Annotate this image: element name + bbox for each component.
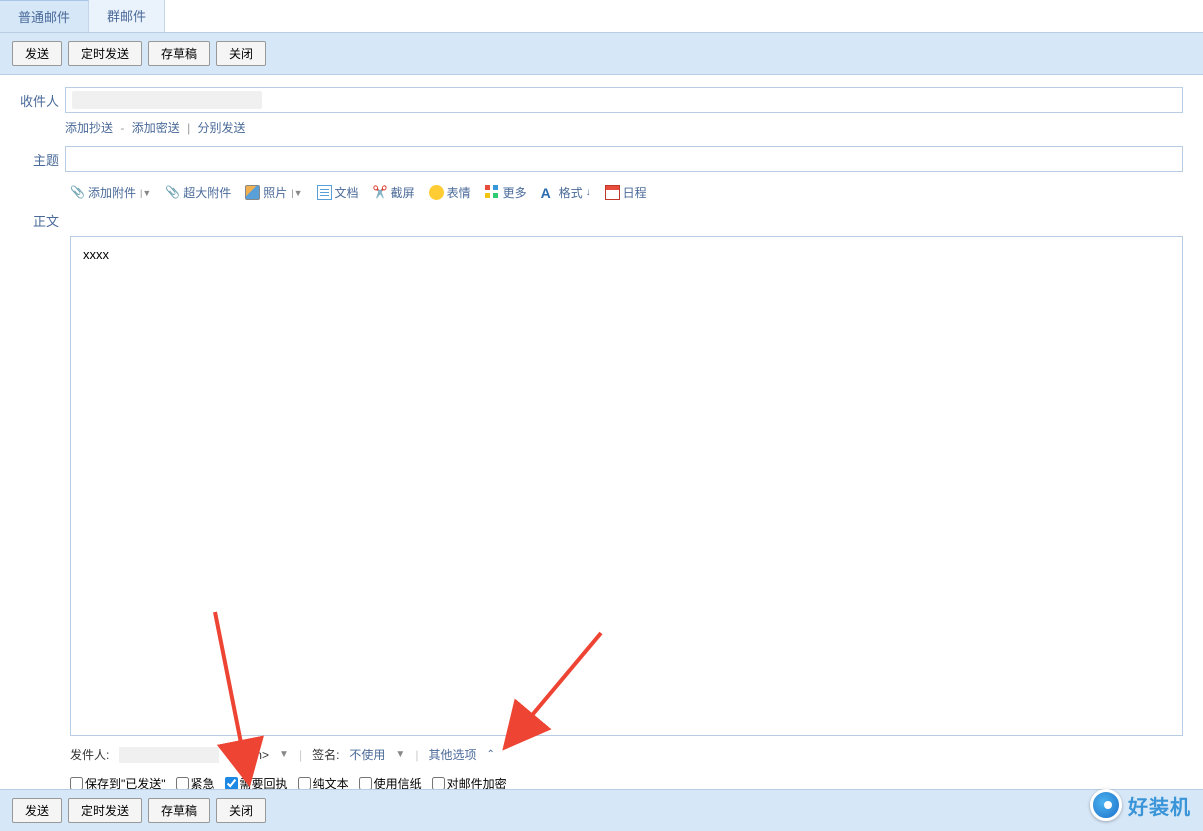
photo-dropdown-icon[interactable]: |▼ (291, 188, 302, 198)
emoji-button[interactable]: 表情 (429, 184, 471, 201)
body-content: xxxx (83, 247, 109, 262)
other-options-link[interactable]: 其他选项 (428, 746, 476, 763)
recipient-chip[interactable] (72, 91, 262, 109)
compose-form: 收件人 添加抄送 - 添加密送 | 分别发送 主题 📎 添加附件 |▼ (0, 75, 1203, 804)
tab-group-mail[interactable]: 群邮件 (89, 0, 165, 32)
subject-input[interactable] (65, 146, 1183, 172)
photo-button[interactable]: 照片 |▼ (245, 184, 302, 201)
add-cc-link[interactable]: 添加抄送 (65, 121, 113, 135)
format-icon: A (541, 185, 556, 200)
paperclip-icon: 📎 (165, 185, 180, 200)
calendar-icon (605, 185, 620, 200)
scissors-icon: ✂️ (373, 185, 388, 200)
subject-label: 主题 (20, 146, 65, 169)
signature-label: 签名: (312, 746, 339, 763)
attach-button[interactable]: 📎 添加附件 |▼ (70, 184, 151, 201)
large-attach-button[interactable]: 📎 超大附件 (165, 184, 231, 201)
timed-send-button[interactable]: 定时发送 (68, 41, 142, 66)
attach-dropdown-icon[interactable]: |▼ (140, 188, 151, 198)
more-button[interactable]: 更多 (485, 184, 527, 201)
recipient-input[interactable] (65, 87, 1183, 113)
document-button[interactable]: 文档 (317, 184, 359, 201)
add-bcc-link[interactable]: 添加密送 (132, 121, 180, 135)
signature-dropdown-icon[interactable]: ▼ (395, 749, 405, 760)
save-draft-button[interactable]: 存草稿 (148, 41, 210, 66)
send-separately-link[interactable]: 分别发送 (198, 121, 246, 135)
body-editor[interactable]: xxxx (70, 236, 1183, 736)
paperclip-icon: 📎 (70, 185, 85, 200)
sender-chip[interactable] (119, 747, 219, 763)
sender-email-suffix: q.com> (229, 748, 269, 762)
calendar-button[interactable]: 日程 (605, 184, 647, 201)
watermark-text: 好装机 (1128, 791, 1191, 820)
recipient-sublinks: 添加抄送 - 添加密送 | 分别发送 (65, 119, 1183, 136)
timed-send-button-bottom[interactable]: 定时发送 (68, 798, 142, 823)
grid-icon (485, 185, 500, 200)
save-draft-button-bottom[interactable]: 存草稿 (148, 798, 210, 823)
watermark: 好装机 (1090, 789, 1191, 821)
smiley-icon (429, 185, 444, 200)
tabs: 普通邮件 群邮件 (0, 0, 1203, 32)
top-toolbar: 发送 定时发送 存草稿 关闭 (0, 32, 1203, 75)
sender-label: 发件人: (70, 746, 109, 763)
footer-info: 发件人: q.com> ▼ | 签名: 不使用 ▼ | 其他选项 ⌃ (70, 736, 1183, 769)
signature-value[interactable]: 不使用 (349, 746, 385, 763)
screenshot-button[interactable]: ✂️ 截屏 (373, 184, 415, 201)
editor-toolbar: 📎 添加附件 |▼ 📎 超大附件 照片 |▼ 文档 ✂️ 截屏 表情 更多 (70, 178, 1183, 207)
send-button[interactable]: 发送 (12, 41, 62, 66)
document-icon (317, 185, 332, 200)
bottom-toolbar: 发送 定时发送 存草稿 关闭 (0, 789, 1203, 831)
body-label: 正文 (20, 207, 65, 230)
close-button-bottom[interactable]: 关闭 (216, 798, 266, 823)
photo-icon (245, 185, 260, 200)
send-button-bottom[interactable]: 发送 (12, 798, 62, 823)
recipient-label: 收件人 (20, 87, 65, 110)
format-button[interactable]: A 格式↓ (541, 184, 591, 201)
sender-dropdown-icon[interactable]: ▼ (279, 749, 289, 760)
close-button[interactable]: 关闭 (216, 41, 266, 66)
watermark-logo-icon (1090, 789, 1122, 821)
tab-normal-mail[interactable]: 普通邮件 (0, 0, 89, 32)
chevron-up-icon[interactable]: ⌃ (486, 749, 494, 760)
